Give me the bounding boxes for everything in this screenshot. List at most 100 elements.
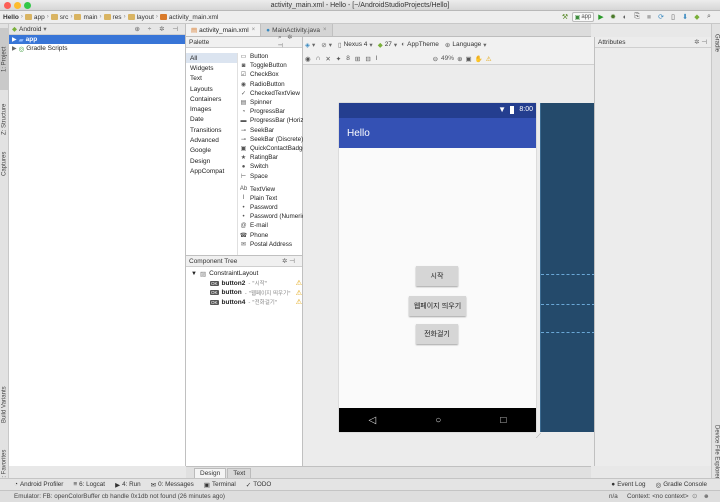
warning-icon[interactable]: ⚠ xyxy=(296,298,302,306)
project-tool-tab[interactable]: 1: Project xyxy=(0,28,9,90)
tree-item-app[interactable]: ▶ ▰ app xyxy=(9,35,185,44)
palette-item[interactable]: ◙ ToggleButton xyxy=(238,61,303,70)
minimize-window-button[interactable] xyxy=(14,2,21,9)
open-webpage-button[interactable]: 웹페이지 띄우기 xyxy=(409,296,466,316)
tool-window-todo[interactable]: ✓ TODO xyxy=(246,481,272,489)
palette-item[interactable]: ▣ QuickContactBadge xyxy=(238,144,303,153)
tree-item-constraint-layout[interactable]: ▼ ▨ ConstraintLayout xyxy=(186,269,302,279)
palette-category[interactable]: Containers xyxy=(186,94,237,104)
warning-icon[interactable]: ⚠ xyxy=(296,279,302,287)
theme-select[interactable]: AppTheme xyxy=(407,41,439,48)
tree-item-gradle-scripts[interactable]: ▶ ◎ Gradle Scripts xyxy=(9,44,185,53)
palette-item[interactable]: ⊢ Space xyxy=(238,171,303,180)
palette-item[interactable]: @ E-mail xyxy=(238,221,303,230)
device-select[interactable]: Nexus 4 xyxy=(344,41,368,48)
design-surface-icon[interactable]: ◈ xyxy=(305,41,310,49)
gradle-tool-tab[interactable]: Gradle xyxy=(712,28,720,58)
palette-item[interactable]: ☑ CheckBox xyxy=(238,70,303,79)
expand-arrow-icon[interactable]: ▶ xyxy=(12,45,17,52)
eye-icon[interactable]: ◉ xyxy=(305,55,311,63)
close-tab-icon[interactable]: × xyxy=(323,27,327,33)
align-icon[interactable]: ⊟ xyxy=(365,55,370,63)
tool-window-6-logcat[interactable]: ≡ 6: Logcat xyxy=(73,481,105,488)
palette-item[interactable]: I Plain Text xyxy=(238,194,303,203)
palette-item[interactable]: ▤ Spinner xyxy=(238,98,303,107)
zoom-window-button[interactable] xyxy=(24,2,31,9)
palette-category[interactable]: Advanced xyxy=(186,135,237,145)
tool-window-terminal[interactable]: ▣ Terminal xyxy=(204,481,236,489)
api-level-select[interactable]: 27 xyxy=(385,41,392,48)
close-window-button[interactable] xyxy=(4,2,11,9)
palette-item[interactable]: ⊸ SeekBar xyxy=(238,126,303,135)
palette-category[interactable]: Transitions xyxy=(186,125,237,135)
language-select[interactable]: Language xyxy=(452,41,481,48)
back-icon[interactable]: ◁ xyxy=(369,415,377,426)
tool-window-gradle-console[interactable]: ◎ Gradle Console xyxy=(656,481,707,489)
clear-constraints-icon[interactable]: ✕ xyxy=(325,55,330,63)
palette-item[interactable]: ▭ Button xyxy=(238,52,303,61)
android-device-monitor-icon[interactable]: ◆ xyxy=(692,12,702,22)
attributes-settings-icon[interactable]: ✲ ⊣ xyxy=(694,38,707,46)
guidelines-icon[interactable]: I xyxy=(376,55,378,62)
tree-item-button[interactable]: OK button - "웹페이지 띄우기" ⚠ xyxy=(186,288,302,298)
palette-category[interactable]: Design xyxy=(186,156,237,166)
palette-category[interactable]: All xyxy=(186,53,237,64)
tree-item-button2[interactable]: OK button2- "시작" ⚠ xyxy=(186,279,302,289)
magnet-icon[interactable]: ∩ xyxy=(316,55,321,62)
palette-search-icon[interactable]: ⌕ ✲ ⊣ xyxy=(278,34,302,50)
tool-window-event-log[interactable]: ● Event Log xyxy=(611,481,645,488)
palette-item[interactable]: • Password (Numeric) xyxy=(238,212,303,221)
build-variants-tool-tab[interactable]: Build Variants xyxy=(0,374,9,436)
recents-icon[interactable]: □ xyxy=(500,415,506,426)
chevron-down-icon[interactable]: ▾ xyxy=(329,41,332,49)
breadcrumb-item[interactable]: Hello › xyxy=(3,14,23,21)
tab-design[interactable]: Design xyxy=(194,467,227,478)
zoom-to-fit-icon[interactable]: ▣ xyxy=(466,55,472,63)
tree-item-button4[interactable]: OK button4- "전화걸기" ⚠ xyxy=(186,298,302,308)
chevron-down-icon[interactable]: ▾ xyxy=(483,41,486,49)
collapse-arrow-icon[interactable]: ▼ xyxy=(191,271,197,277)
palette-category[interactable]: AppCompat xyxy=(186,166,237,176)
chevron-down-icon[interactable]: ▾ xyxy=(43,25,46,33)
zoom-out-icon[interactable]: ⊖ xyxy=(433,55,438,63)
palette-item[interactable]: ☎ Phone xyxy=(238,231,303,240)
expand-arrow-icon[interactable]: ▶ xyxy=(12,36,17,43)
palette-category[interactable]: Widgets xyxy=(186,63,237,73)
run-play-icon[interactable]: ▶ xyxy=(596,12,606,22)
warning-icon[interactable]: ⚠ xyxy=(486,55,492,63)
profile-icon[interactable]: ◐ xyxy=(620,12,630,22)
chevron-down-icon[interactable]: ▾ xyxy=(369,41,372,49)
breadcrumb-item[interactable]: layout › xyxy=(127,14,158,21)
palette-item[interactable]: ◉ RadioButton xyxy=(238,80,303,89)
breadcrumb-item[interactable]: src › xyxy=(50,14,72,21)
chevron-down-icon[interactable]: ▾ xyxy=(312,41,315,49)
palette-item[interactable]: ✓ CheckedTextView xyxy=(238,89,303,98)
palette-category[interactable]: Google xyxy=(186,146,237,156)
structure-tool-tab[interactable]: Z: Structure xyxy=(0,96,9,142)
palette-category[interactable]: Date xyxy=(186,115,237,125)
sdk-manager-icon[interactable]: ⬇ xyxy=(680,12,690,22)
palette-item[interactable]: ● Switch xyxy=(238,162,303,171)
tab-text[interactable]: Text xyxy=(227,467,252,478)
tree-settings-icon[interactable]: ✲ ⊣ xyxy=(282,257,295,265)
start-button[interactable]: 시작 xyxy=(416,266,458,286)
default-margin-icon[interactable]: 8 xyxy=(346,55,350,62)
build-hammer-icon[interactable]: ⚒ xyxy=(560,12,570,22)
chevron-down-icon[interactable]: ▾ xyxy=(394,41,397,49)
captures-tool-tab[interactable]: Captures xyxy=(0,144,9,184)
avd-manager-icon[interactable]: ▯ xyxy=(668,12,678,22)
palette-item[interactable]: ▬ProgressBar (Horizontal) xyxy=(238,116,304,125)
run-config-select[interactable]: ▣ app xyxy=(572,12,594,22)
project-view-select[interactable]: Android xyxy=(19,26,41,33)
zoom-in-icon[interactable]: ⊕ xyxy=(457,55,462,63)
tab-activity-main-xml[interactable]: ▤ activity_main.xml × xyxy=(186,24,262,36)
search-everywhere-icon[interactable]: ⌕ xyxy=(704,12,714,22)
breadcrumb-item[interactable]: res › xyxy=(103,14,126,21)
palette-category[interactable]: Layouts xyxy=(186,84,237,94)
pan-hand-icon[interactable]: ✋ xyxy=(475,55,483,63)
stop-icon[interactable]: ■ xyxy=(644,12,654,22)
status-icons[interactable]: ⊙ ☻ xyxy=(692,493,712,500)
debug-icon[interactable]: ✹ xyxy=(608,12,618,22)
tool-window-0-messages[interactable]: ✉ 0: Messages xyxy=(151,481,194,489)
breadcrumb-item[interactable]: app › xyxy=(24,14,49,21)
